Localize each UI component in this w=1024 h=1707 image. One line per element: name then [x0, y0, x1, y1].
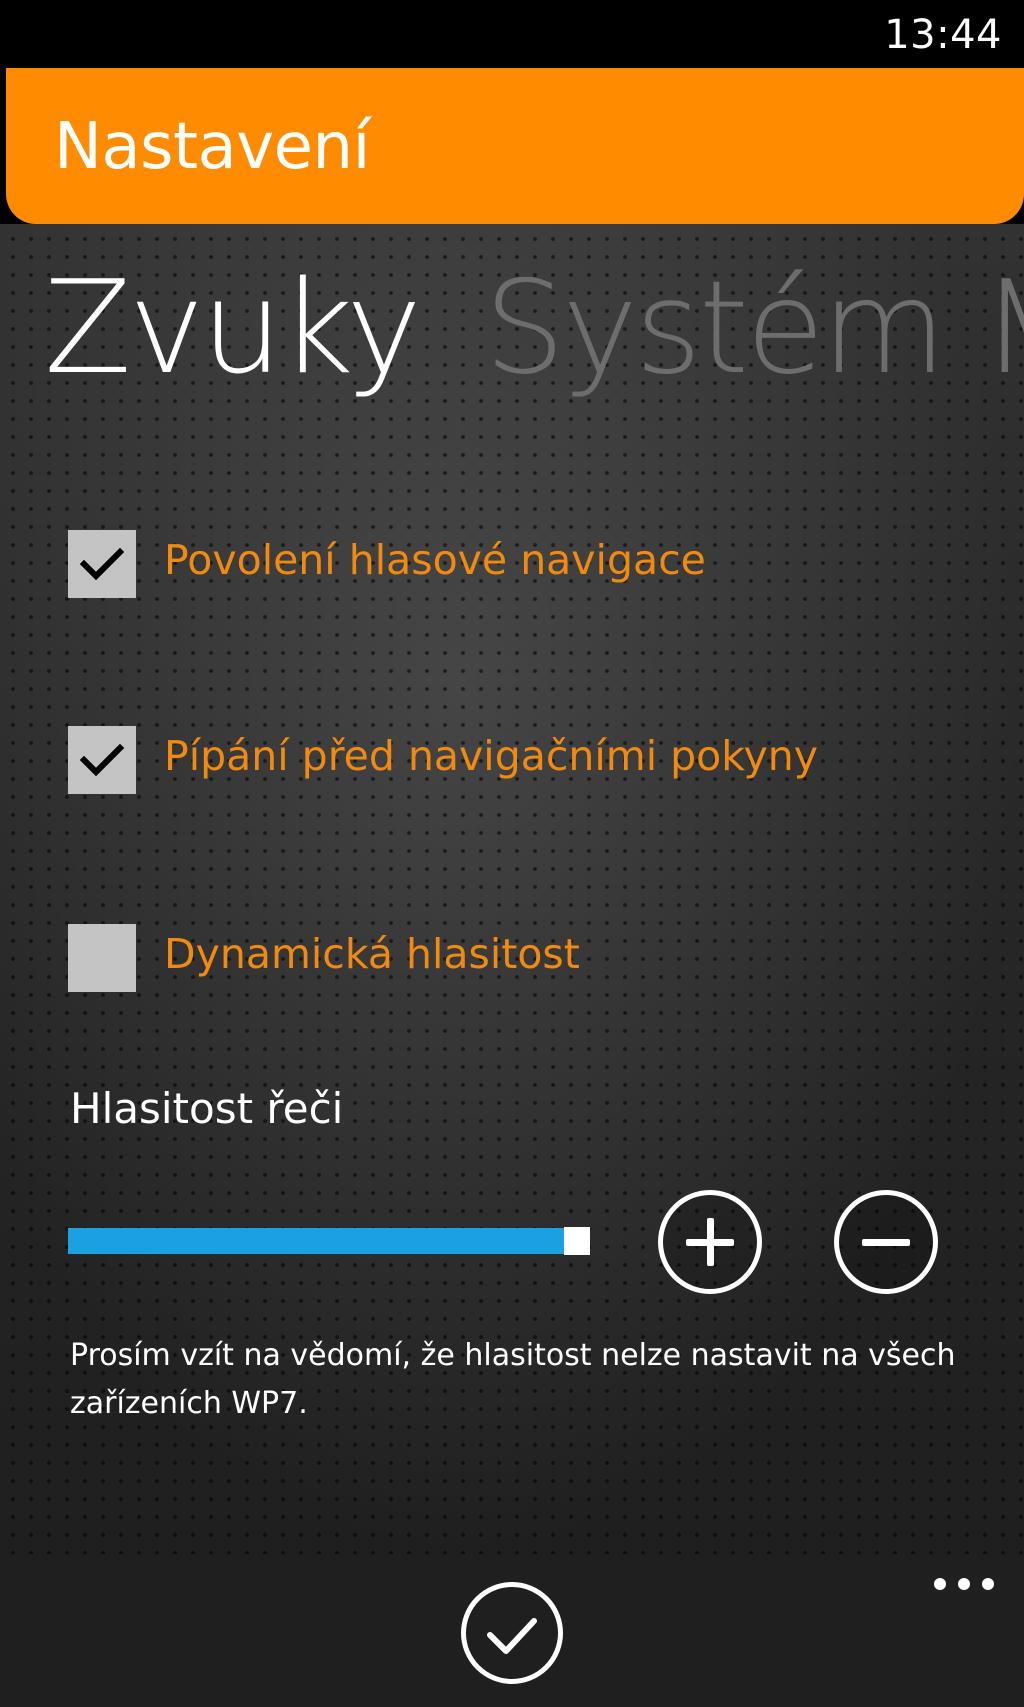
- pivot-item-zvuky[interactable]: Zvuky: [44, 254, 422, 403]
- more-dots-icon[interactable]: [934, 1574, 994, 1594]
- header-title: Nastavení: [54, 110, 370, 184]
- settings-panel: Zvuky Systém M Povolení hlasové navigace…: [0, 224, 1024, 1554]
- screen: 13:44 Nastavení Zvuky Systém M Povolení …: [0, 0, 1024, 1707]
- volume-down-button[interactable]: [834, 1190, 938, 1294]
- voice-navigation-checkbox[interactable]: [68, 530, 136, 598]
- voice-navigation-label: Povolení hlasové navigace: [164, 536, 706, 584]
- slider-thumb[interactable]: [564, 1227, 590, 1255]
- status-bar: 13:44: [0, 0, 1024, 68]
- slider-fill: [68, 1228, 564, 1254]
- check-icon: [80, 743, 124, 777]
- pivot-item-system[interactable]: Systém M: [484, 254, 1024, 403]
- app-header: Nastavení: [6, 68, 1024, 224]
- confirm-button[interactable]: [461, 1582, 563, 1684]
- beep-before-checkbox[interactable]: [68, 726, 136, 794]
- dynamic-volume-checkbox[interactable]: [68, 924, 136, 992]
- volume-up-button[interactable]: [658, 1190, 762, 1294]
- dynamic-volume-label: Dynamická hlasitost: [164, 930, 580, 978]
- check-icon: [80, 547, 124, 581]
- check-circle-icon: [487, 1618, 537, 1654]
- volume-note: Prosím vzít na vědomí, že hlasitost nelz…: [70, 1338, 956, 1421]
- speech-volume-slider[interactable]: [68, 1227, 590, 1255]
- beep-before-label: Pípání před navigačními pokyny: [164, 732, 819, 780]
- speech-volume-title: Hlasitost řeči: [70, 1084, 344, 1133]
- app-bar: [0, 1554, 1024, 1707]
- clock: 13:44: [884, 12, 1002, 58]
